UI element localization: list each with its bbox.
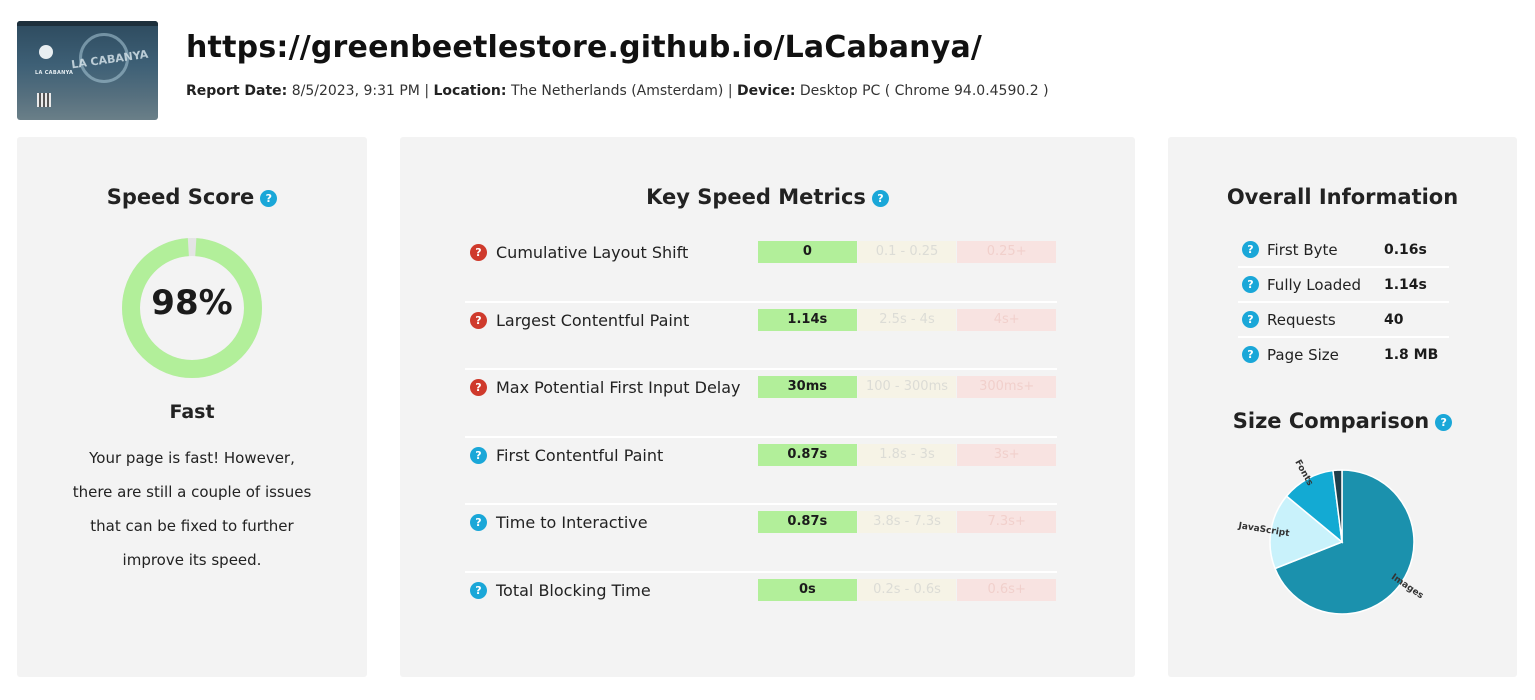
metric-name: Cumulative Layout Shift bbox=[496, 243, 689, 262]
info-row-fully-loaded: ? Fully Loaded 1.14s bbox=[1238, 268, 1449, 303]
location-label: Location: bbox=[433, 83, 507, 99]
info-label: Requests bbox=[1267, 311, 1336, 329]
speed-score-title: Speed Score? bbox=[17, 185, 367, 209]
metric-row-fid: ? Max Potential First Input Delay 30ms 1… bbox=[465, 370, 1057, 438]
metric-threshold-bad: 7.3s+ bbox=[957, 511, 1057, 534]
key-metrics-title-text: Key Speed Metrics bbox=[646, 185, 866, 209]
overall-info-list: ? First Byte 0.16s ? Fully Loaded 1.14s … bbox=[1238, 233, 1449, 373]
metric-bar: 0.87s 3.8s - 7.3s 7.3s+ bbox=[758, 511, 1057, 534]
metric-threshold-mid: 3.8s - 7.3s bbox=[857, 511, 957, 534]
question-icon[interactable]: ? bbox=[1242, 241, 1259, 258]
device-label: Device: bbox=[737, 83, 796, 99]
speed-score-title-text: Speed Score bbox=[106, 185, 255, 209]
metric-value: 0 bbox=[758, 241, 857, 263]
info-value: 40 bbox=[1384, 312, 1404, 328]
question-icon[interactable]: ? bbox=[470, 446, 487, 464]
question-icon[interactable]: ? bbox=[470, 514, 487, 532]
speed-score-value: 98% bbox=[151, 283, 233, 323]
speed-score-grade: Fast bbox=[169, 401, 215, 423]
metric-bar: 30ms 100 - 300ms 300ms+ bbox=[758, 376, 1057, 399]
metric-threshold-bad: 4s+ bbox=[957, 308, 1057, 331]
question-icon[interactable]: ? bbox=[871, 189, 889, 207]
report-date: 8/5/2023, 9:31 PM bbox=[291, 83, 420, 99]
metric-row-lcp: ? Largest Contentful Paint 1.14s 2.5s - … bbox=[465, 303, 1057, 371]
thumbnail-brand: LA CABANYA bbox=[35, 70, 74, 76]
metric-row-fcp: ? First Contentful Paint 0.87s 1.8s - 3s… bbox=[465, 438, 1057, 506]
key-metrics-title: Key Speed Metrics? bbox=[400, 185, 1135, 209]
metric-threshold-bad: 0.6s+ bbox=[957, 578, 1057, 601]
question-icon[interactable]: ? bbox=[260, 189, 278, 207]
size-comparison-pie-chart: ImagesJavaScriptFonts bbox=[1237, 458, 1425, 615]
key-speed-metrics-card: Key Speed Metrics? ? Cumulative Layout S… bbox=[400, 137, 1135, 677]
metric-row-tti: ? Time to Interactive 0.87s 3.8s - 7.3s … bbox=[465, 505, 1057, 573]
size-comparison-title-text: Size Comparison bbox=[1232, 409, 1430, 433]
metric-value: 1.14s bbox=[758, 308, 857, 331]
metric-bar: 0s 0.2s - 0.6s 0.6s+ bbox=[758, 578, 1057, 601]
thumbnail-topbar bbox=[17, 21, 158, 26]
info-label: Page Size bbox=[1267, 346, 1339, 364]
info-row-page-size: ? Page Size 1.8 MB bbox=[1238, 338, 1449, 373]
metric-bar: 0 0.1 - 0.25 0.25+ bbox=[758, 241, 1057, 263]
metric-name: Max Potential First Input Delay bbox=[496, 378, 741, 398]
metric-value: 0.87s bbox=[758, 443, 857, 466]
question-icon[interactable]: ? bbox=[1242, 346, 1259, 363]
metric-row-cls: ? Cumulative Layout Shift 0 0.1 - 0.25 0… bbox=[465, 235, 1057, 303]
metric-threshold-mid: 0.2s - 0.6s bbox=[857, 578, 957, 601]
metric-value: 0.87s bbox=[758, 511, 857, 534]
metric-threshold-mid: 2.5s - 4s bbox=[857, 308, 957, 331]
metric-name: Total Blocking Time bbox=[496, 580, 651, 600]
meta-separator: | bbox=[727, 83, 733, 99]
device: Desktop PC ( Chrome 94.0.4590.2 ) bbox=[799, 83, 1049, 99]
info-label: First Byte bbox=[1267, 241, 1338, 259]
speed-score-description: Your page is fast! However, there are st… bbox=[72, 449, 312, 569]
pie-label-fonts: Fonts bbox=[1292, 458, 1314, 487]
question-icon[interactable]: ? bbox=[1435, 413, 1453, 431]
metric-threshold-mid: 1.8s - 3s bbox=[857, 443, 957, 466]
location: The Netherlands (Amsterdam) bbox=[510, 83, 724, 99]
metric-threshold-mid: 0.1 - 0.25 bbox=[857, 241, 957, 263]
metric-threshold-bad: 300ms+ bbox=[957, 376, 1057, 399]
question-icon[interactable]: ? bbox=[1242, 276, 1259, 293]
question-icon[interactable]: ? bbox=[470, 581, 487, 599]
thumbnail-badge-icon bbox=[39, 45, 53, 59]
question-icon[interactable]: ? bbox=[470, 311, 487, 329]
question-icon[interactable]: ? bbox=[1242, 311, 1259, 328]
overall-information-card: Overall Information ? First Byte 0.16s ?… bbox=[1168, 137, 1517, 677]
report-header: LA CABANYA LA CABANYA https://greenbeetl… bbox=[17, 21, 1517, 121]
qr-code-icon bbox=[37, 93, 51, 107]
info-row-first-byte: ? First Byte 0.16s bbox=[1238, 233, 1449, 268]
question-icon[interactable]: ? bbox=[470, 379, 487, 397]
metric-name: Largest Contentful Paint bbox=[496, 310, 690, 330]
info-value: 1.14s bbox=[1384, 277, 1427, 293]
metric-name: Time to Interactive bbox=[496, 513, 648, 533]
metric-value: 30ms bbox=[758, 376, 857, 399]
metric-threshold-bad: 0.25+ bbox=[957, 241, 1057, 263]
info-value: 1.8 MB bbox=[1384, 347, 1439, 363]
overall-title: Overall Information bbox=[1226, 185, 1459, 209]
metric-bar: 1.14s 2.5s - 4s 4s+ bbox=[758, 308, 1057, 331]
info-row-requests: ? Requests 40 bbox=[1238, 303, 1449, 338]
metric-name: First Contentful Paint bbox=[496, 445, 664, 465]
meta-separator: | bbox=[424, 83, 430, 99]
metric-bar: 0.87s 1.8s - 3s 3s+ bbox=[758, 443, 1057, 466]
info-label: Fully Loaded bbox=[1267, 276, 1362, 294]
metric-value: 0s bbox=[758, 578, 857, 601]
size-comparison-title: Size Comparison? bbox=[1168, 409, 1517, 433]
metric-row-tbt: ? Total Blocking Time 0s 0.2s - 0.6s 0.6… bbox=[465, 573, 1057, 641]
report-meta: Report Date: 8/5/2023, 9:31 PM | Locatio… bbox=[186, 83, 1049, 99]
metrics-list: ? Cumulative Layout Shift 0 0.1 - 0.25 0… bbox=[465, 235, 1057, 641]
speed-score-card: Speed Score? 98% Fast Your page is fast!… bbox=[17, 137, 367, 677]
metric-threshold-mid: 100 - 300ms bbox=[857, 376, 957, 399]
metric-threshold-bad: 3s+ bbox=[957, 443, 1057, 466]
info-value: 0.16s bbox=[1384, 242, 1427, 258]
question-icon[interactable]: ? bbox=[470, 244, 487, 261]
report-date-label: Report Date: bbox=[186, 83, 288, 99]
page-thumbnail[interactable]: LA CABANYA LA CABANYA bbox=[17, 21, 158, 120]
page-url[interactable]: https://greenbeetlestore.github.io/LaCab… bbox=[186, 30, 982, 65]
